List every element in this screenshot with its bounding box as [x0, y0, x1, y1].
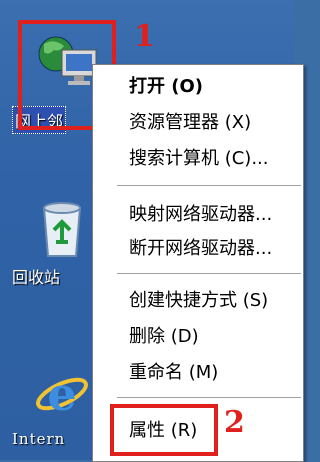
menu-item-delete[interactable]: 删除 (D)	[93, 323, 303, 351]
context-menu: 打开 (O) 资源管理器 (X) 搜索计算机 (C)... 映射网络驱动器...…	[92, 64, 304, 462]
menu-separator	[117, 273, 301, 275]
menu-item-map-network-drive[interactable]: 映射网络驱动器...	[93, 201, 303, 229]
menu-separator	[117, 185, 301, 187]
step-number-2: 2	[224, 405, 245, 440]
menu-item-explorer[interactable]: 资源管理器 (X)	[93, 109, 303, 137]
menu-item-search-computer[interactable]: 搜索计算机 (C)...	[93, 145, 303, 173]
svg-text:e: e	[47, 367, 76, 421]
internet-explorer-label[interactable]: Intern	[12, 430, 65, 448]
desktop: 网上邻 回收站 e Intern 1 打开 (O) 资源管理器 (X) 搜索计算…	[0, 0, 304, 462]
menu-item-create-shortcut[interactable]: 创建快捷方式 (S)	[93, 287, 303, 315]
menu-item-rename[interactable]: 重命名 (M)	[93, 359, 303, 387]
highlight-box-properties	[110, 404, 218, 456]
menu-separator	[117, 397, 301, 399]
step-number-1: 1	[134, 19, 155, 54]
menu-item-open[interactable]: 打开 (O)	[93, 73, 303, 101]
menu-item-disconnect-network-drive[interactable]: 断开网络驱动器...	[93, 235, 303, 263]
recycle-bin-label[interactable]: 回收站	[12, 264, 60, 288]
